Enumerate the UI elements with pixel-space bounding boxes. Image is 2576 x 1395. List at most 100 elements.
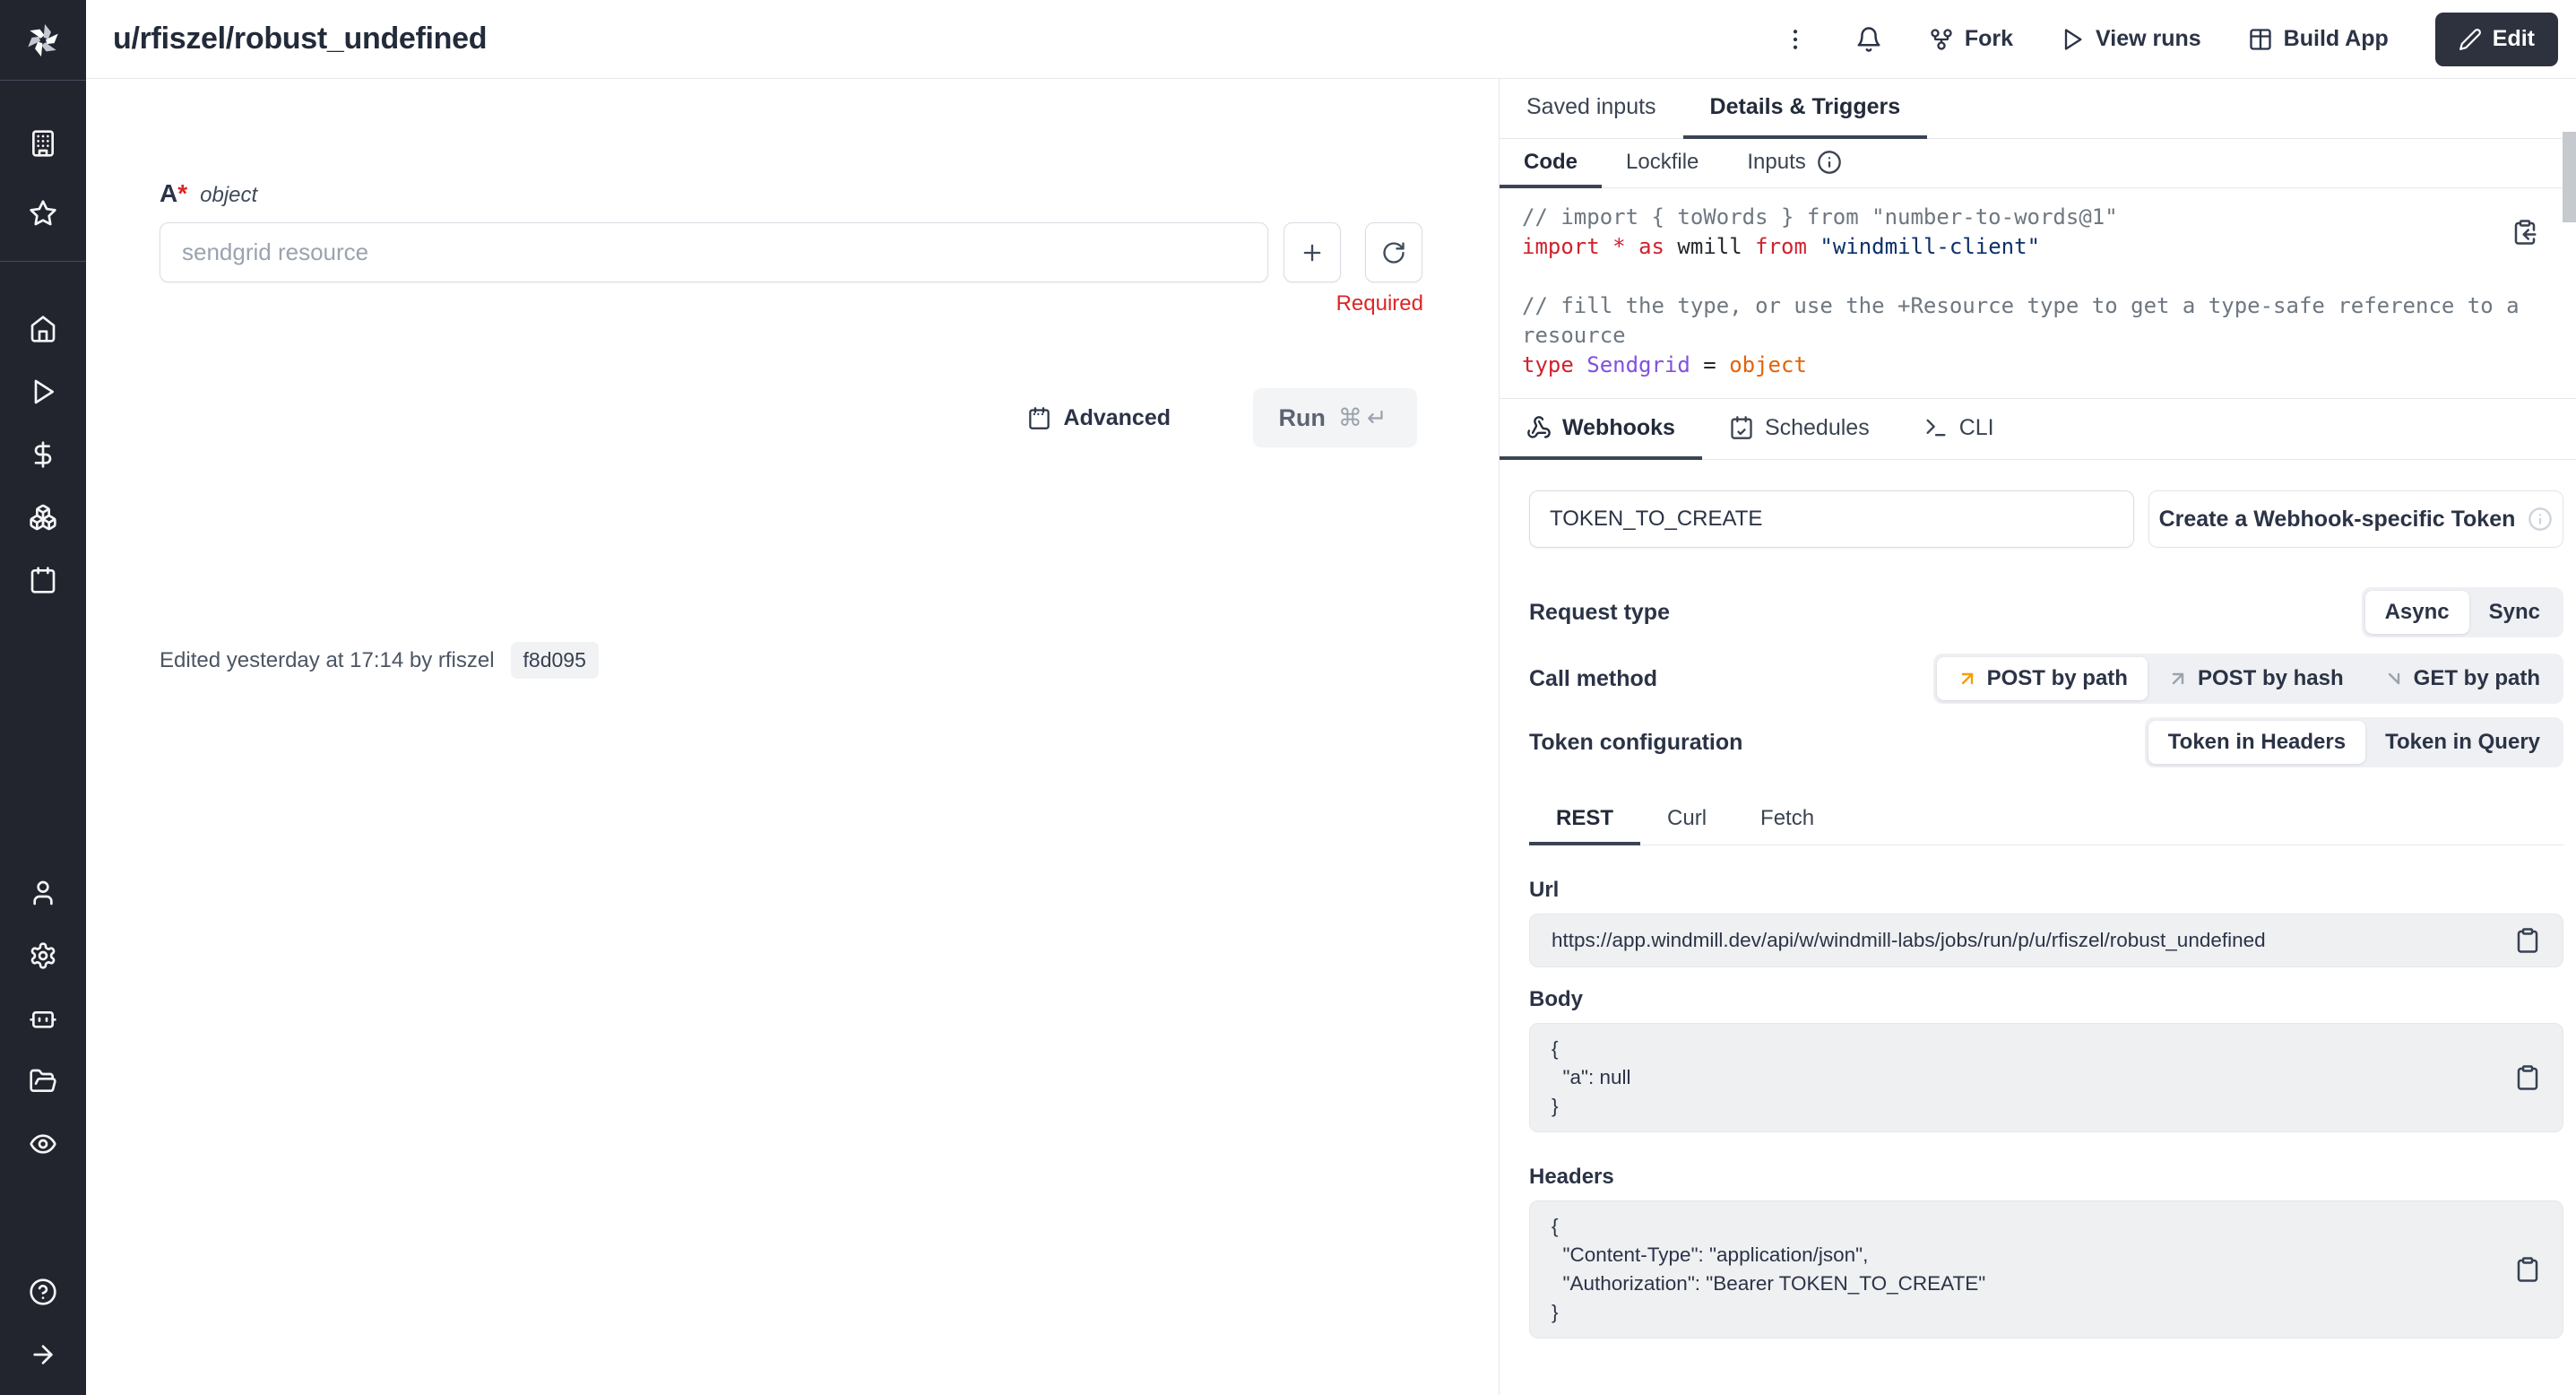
sidebar-item-audit-logs[interactable] bbox=[0, 1113, 86, 1175]
more-menu-button[interactable] bbox=[1782, 26, 1809, 53]
build-app-button[interactable]: Build App bbox=[2248, 26, 2389, 52]
calendar-icon bbox=[29, 566, 57, 594]
token-config-toggle: Token in Headers Token in Query bbox=[2145, 717, 2563, 767]
tab-fetch[interactable]: Fetch bbox=[1733, 794, 1841, 845]
tab-webhooks[interactable]: Webhooks bbox=[1500, 399, 1702, 460]
required-hint: Required bbox=[160, 291, 1423, 316]
windmill-logo[interactable] bbox=[0, 0, 86, 81]
sidebar-item-workers[interactable] bbox=[0, 987, 86, 1050]
argument-input[interactable] bbox=[160, 222, 1268, 282]
advanced-button[interactable]: Advanced bbox=[1027, 405, 1171, 431]
sidebar-item-runs[interactable] bbox=[0, 360, 86, 423]
sidebar-item-workspace[interactable] bbox=[0, 112, 86, 175]
call-method-get-by-path-label: GET by path bbox=[2414, 666, 2540, 691]
sidebar-item-help[interactable] bbox=[0, 1261, 86, 1323]
building-icon bbox=[29, 129, 57, 158]
advanced-label: Advanced bbox=[1064, 405, 1171, 431]
play-icon bbox=[29, 377, 57, 406]
tab-code[interactable]: Code bbox=[1500, 139, 1602, 188]
clipboard-copy-icon bbox=[2511, 219, 2538, 246]
refresh-icon bbox=[1381, 240, 1406, 265]
terminal-icon bbox=[1923, 415, 1949, 440]
tab-inputs[interactable]: Inputs bbox=[1723, 139, 1865, 188]
boxes-icon bbox=[29, 503, 57, 532]
tab-curl[interactable]: Curl bbox=[1640, 794, 1733, 845]
trigger-tabbar: Webhooks Schedules CLI bbox=[1500, 399, 2576, 460]
view-runs-label: View runs bbox=[2096, 26, 2201, 52]
request-type-sync[interactable]: Sync bbox=[2469, 591, 2560, 634]
sidebar-expand[interactable] bbox=[0, 1323, 86, 1386]
edit-label: Edit bbox=[2493, 26, 2535, 52]
sidebar-item-home[interactable] bbox=[0, 298, 86, 360]
request-type-async[interactable]: Async bbox=[2365, 591, 2469, 634]
code-tabbar: Code Lockfile Inputs bbox=[1500, 139, 2576, 188]
call-method-post-by-path[interactable]: POST by path bbox=[1937, 657, 2148, 700]
tab-cli[interactable]: CLI bbox=[1897, 399, 2021, 460]
sidebar-item-folders[interactable] bbox=[0, 1050, 86, 1113]
code-content: // import { toWords } from "number-to-wo… bbox=[1522, 203, 2513, 380]
user-icon bbox=[29, 879, 57, 907]
copy-headers-button[interactable] bbox=[2514, 1256, 2541, 1283]
snippet-tabbar: REST Curl Fetch bbox=[1529, 794, 2563, 845]
bell-icon bbox=[1855, 26, 1882, 53]
call-method-toggle: POST by path POST by hash GET by path bbox=[1933, 654, 2563, 704]
url-value: https://app.windmill.dev/api/w/windmill-… bbox=[1552, 926, 2266, 955]
url-label: Url bbox=[1529, 878, 2563, 903]
code-viewer: // import { toWords } from "number-to-wo… bbox=[1500, 188, 2576, 399]
sidebar-item-favorites[interactable] bbox=[0, 182, 86, 245]
argument-name: A* bbox=[160, 179, 187, 208]
token-in-headers[interactable]: Token in Headers bbox=[2148, 721, 2365, 764]
tab-details-triggers[interactable]: Details & Triggers bbox=[1683, 79, 1928, 139]
token-input[interactable] bbox=[1529, 490, 2134, 548]
argument-type: object bbox=[200, 183, 257, 208]
sidebar-item-variables[interactable] bbox=[0, 423, 86, 486]
build-app-label: Build App bbox=[2284, 26, 2389, 52]
fork-button[interactable]: Fork bbox=[1929, 26, 2013, 52]
notifications-button[interactable] bbox=[1855, 26, 1882, 53]
eye-icon bbox=[29, 1130, 57, 1158]
triangle-run-icon bbox=[2060, 27, 2085, 52]
edited-info: Edited yesterday at 17:14 by rfiszel bbox=[160, 648, 495, 673]
copy-url-button[interactable] bbox=[2514, 927, 2541, 954]
call-method-post-by-hash[interactable]: POST by hash bbox=[2148, 657, 2364, 700]
token-in-query[interactable]: Token in Query bbox=[2365, 721, 2560, 764]
webhook-icon bbox=[1526, 415, 1552, 440]
pencil-icon bbox=[2459, 28, 2482, 51]
add-resource-button[interactable] bbox=[1284, 222, 1341, 282]
tab-webhooks-label: Webhooks bbox=[1562, 415, 1675, 441]
call-method-get-by-path[interactable]: GET by path bbox=[2364, 657, 2560, 700]
sidebar-item-settings[interactable] bbox=[0, 924, 86, 987]
run-label: Run bbox=[1278, 404, 1325, 432]
tab-cli-label: CLI bbox=[1959, 415, 1994, 441]
refresh-button[interactable] bbox=[1365, 222, 1422, 282]
view-runs-button[interactable]: View runs bbox=[2060, 26, 2201, 52]
sidebar-item-users[interactable] bbox=[0, 862, 86, 924]
tab-saved-inputs[interactable]: Saved inputs bbox=[1500, 79, 1683, 139]
body-value: { "a": null } bbox=[1552, 1035, 1631, 1121]
request-type-toggle: Async Sync bbox=[2362, 587, 2563, 637]
headers-label: Headers bbox=[1529, 1165, 2563, 1190]
fork-label: Fork bbox=[1965, 26, 2013, 52]
tab-schedules[interactable]: Schedules bbox=[1702, 399, 1897, 460]
url-box: https://app.windmill.dev/api/w/windmill-… bbox=[1529, 914, 2563, 967]
create-webhook-token-button[interactable]: Create a Webhook-specific Token bbox=[2148, 490, 2563, 548]
details-panel: Saved inputs Details & Triggers Code Loc… bbox=[1499, 79, 2576, 1395]
panel-scrollbar[interactable] bbox=[2563, 132, 2576, 222]
sidebar-item-schedules[interactable] bbox=[0, 549, 86, 611]
sidebar-item-resources[interactable] bbox=[0, 486, 86, 549]
headers-box: { "Content-Type": "application/json", "A… bbox=[1529, 1200, 2563, 1339]
tab-lockfile[interactable]: Lockfile bbox=[1602, 139, 1723, 188]
home-icon bbox=[29, 315, 57, 343]
copy-code-button[interactable] bbox=[2511, 219, 2538, 248]
tab-rest[interactable]: REST bbox=[1529, 794, 1640, 845]
tab-schedules-label: Schedules bbox=[1765, 415, 1870, 441]
required-asterisk: * bbox=[177, 179, 187, 207]
body-box: { "a": null } bbox=[1529, 1023, 2563, 1132]
dollar-icon bbox=[29, 440, 57, 469]
arrow-up-right-icon bbox=[1957, 668, 1978, 689]
edit-button[interactable]: Edit bbox=[2435, 13, 2558, 66]
help-icon bbox=[29, 1278, 57, 1306]
clipboard-icon bbox=[2514, 1256, 2541, 1283]
copy-body-button[interactable] bbox=[2514, 1064, 2541, 1091]
run-button[interactable]: Run ⌘↵ bbox=[1253, 388, 1417, 447]
